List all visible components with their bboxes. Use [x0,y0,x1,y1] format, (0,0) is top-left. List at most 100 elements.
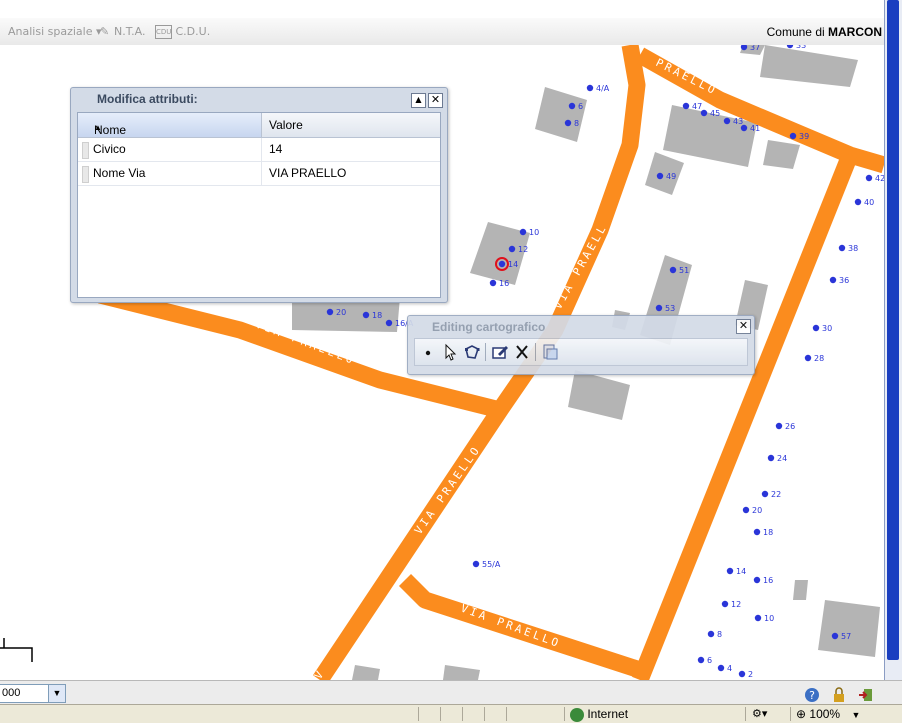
address-point[interactable]: 12 [721,600,741,609]
column-header-nome[interactable]: Nome ▲ [78,113,262,137]
address-point[interactable]: 55/A [472,560,501,569]
point-marker[interactable] [385,319,393,327]
point-marker[interactable] [498,260,506,268]
point-marker[interactable] [564,119,572,127]
address-point[interactable]: 36 [829,276,849,285]
point-marker[interactable] [326,308,334,316]
point-marker[interactable] [723,117,731,125]
attributes-panel-header[interactable]: Modifica attributi: ▲ ✕ [71,88,447,110]
address-point[interactable]: 28 [804,354,824,363]
exit-icon[interactable] [858,687,874,703]
point-marker[interactable] [362,311,370,319]
point-marker[interactable] [568,102,576,110]
point-marker[interactable] [697,656,705,664]
chevron-down-icon[interactable]: ▼ [48,685,65,702]
point-label: 4/A [596,84,610,93]
point-marker[interactable] [854,198,862,206]
grid-header: Nome ▲ Valore [78,113,440,138]
hand-icon: ✎ [100,25,110,38]
protected-mode-icon[interactable]: ⚙▾ [752,707,767,720]
point-marker[interactable] [726,567,734,575]
address-point[interactable]: 10 [754,614,774,623]
zoom-control[interactable]: ⊕ 100% ▼ [796,707,860,721]
point-marker[interactable] [831,632,839,640]
nta-button[interactable]: ✎ N.T.A. [100,25,145,38]
point-marker[interactable] [789,132,797,140]
point-marker[interactable] [838,244,846,252]
point-marker[interactable] [775,422,783,430]
point-marker[interactable] [682,102,690,110]
window-top-strip [0,0,884,19]
lock-icon[interactable] [831,686,847,703]
point-marker[interactable] [865,174,873,182]
analisi-spaziale-menu[interactable]: Analisi spaziale ▾ [8,25,102,38]
draw-point-icon[interactable] [419,343,437,361]
point-marker[interactable] [742,506,750,514]
address-point[interactable]: 4/A [586,84,610,93]
help-icon[interactable]: ? [804,687,820,703]
address-point[interactable]: 42 [865,174,884,183]
delete-icon[interactable] [513,343,531,361]
point-marker[interactable] [738,670,746,678]
point-label: 14 [736,567,746,576]
vertical-scrollbar[interactable] [884,0,902,680]
select-arrow-icon[interactable] [441,343,459,361]
draw-polygon-icon[interactable] [463,343,481,361]
point-marker[interactable] [754,614,762,622]
point-marker[interactable] [707,630,715,638]
point-marker[interactable] [767,454,775,462]
close-icon[interactable]: ✕ [736,319,751,334]
point-marker[interactable] [812,324,820,332]
row-value[interactable]: VIA PRAELLO [269,166,346,180]
point-marker[interactable] [586,84,594,92]
point-marker[interactable] [656,172,664,180]
point-marker[interactable] [717,664,725,672]
address-point[interactable]: 18 [753,528,773,537]
point-marker[interactable] [519,228,527,236]
attributes-panel-title: Modifica attributi: [97,92,198,106]
scale-select[interactable]: 000 ▼ [0,684,66,703]
row-value[interactable]: 14 [269,142,282,156]
cdu-button[interactable]: CDU C.D.U. [155,25,210,39]
cdu-icon: CDU [155,25,172,39]
point-marker[interactable] [753,528,761,536]
point-marker[interactable] [804,354,812,362]
address-point[interactable]: 14 [726,567,746,576]
collapse-icon[interactable]: ▲ [411,93,426,108]
address-point[interactable]: 2 [738,670,753,679]
address-point[interactable]: 8 [707,630,722,639]
address-point[interactable]: 30 [812,324,832,333]
address-point[interactable]: 6 [697,656,712,665]
point-marker[interactable] [753,576,761,584]
point-marker[interactable] [655,304,663,312]
address-point[interactable]: 16 [489,279,509,288]
address-point[interactable]: 38 [838,244,858,253]
point-marker[interactable] [829,276,837,284]
point-label: 47 [692,102,702,111]
point-marker[interactable] [508,245,516,253]
address-point[interactable]: 24 [767,454,787,463]
point-marker[interactable] [669,266,677,274]
point-marker[interactable] [489,279,497,287]
address-point[interactable]: 20 [742,506,762,515]
address-point[interactable]: 16 [753,576,773,585]
road-east [632,151,858,680]
close-icon[interactable]: ✕ [428,93,443,108]
edit-feature-icon[interactable] [491,343,509,361]
scrollbar-thumb[interactable] [887,0,899,660]
table-row[interactable]: Nome Via VIA PRAELLO [78,162,440,186]
address-point[interactable]: 22 [761,490,781,499]
address-point[interactable]: 26 [775,422,795,431]
point-marker[interactable] [721,600,729,608]
point-marker[interactable] [700,109,708,117]
point-marker[interactable] [761,490,769,498]
address-point[interactable]: 40 [854,198,874,207]
point-marker[interactable] [472,560,480,568]
save-layer-icon[interactable] [541,343,559,361]
address-point[interactable]: 4 [717,664,732,673]
column-header-valore[interactable]: Valore [269,118,303,132]
table-row[interactable]: Civico 14 [78,138,440,162]
point-marker[interactable] [740,124,748,132]
editing-panel-header[interactable]: Editing cartografico ✕ [408,316,754,338]
point-marker[interactable] [786,45,794,49]
